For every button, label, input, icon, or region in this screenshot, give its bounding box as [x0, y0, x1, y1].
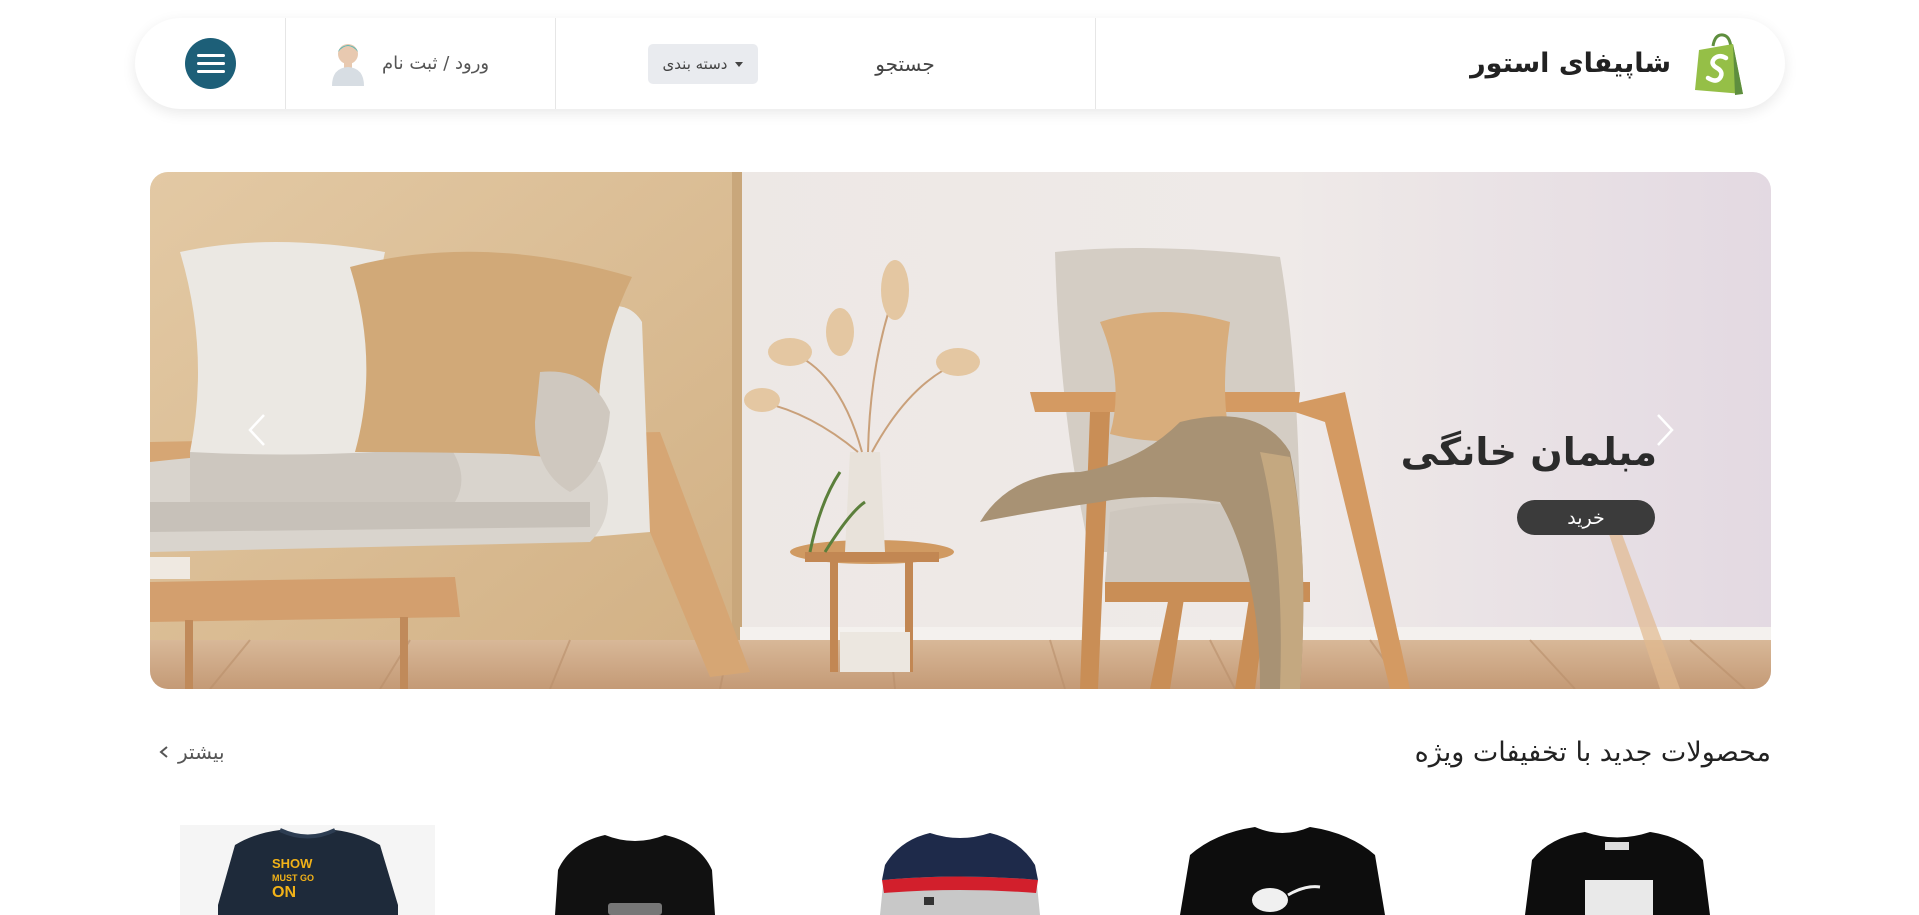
login-register-label: ورود / ثبت نام — [382, 53, 490, 74]
chevron-left-icon — [159, 746, 168, 758]
category-dropdown[interactable]: دسته بندی — [648, 44, 758, 84]
product-card[interactable] — [530, 825, 740, 915]
section-title: محصولات جدید با تخفیفات ویژه — [1414, 737, 1771, 768]
hamburger-menu-icon — [196, 49, 225, 78]
chevron-left-icon — [248, 414, 265, 446]
product-image — [555, 835, 715, 915]
more-link[interactable]: بیشتر — [158, 740, 225, 764]
slider-prev-button[interactable] — [238, 410, 278, 450]
product-card[interactable] — [1170, 825, 1395, 915]
product-image — [1180, 827, 1385, 915]
more-link-label: بیشتر — [178, 740, 225, 764]
brand[interactable]: شاپیفای استور — [1470, 30, 1749, 97]
hero-slider[interactable]: مبلمان خانگی خرید — [150, 172, 1771, 689]
product-card[interactable] — [860, 825, 1060, 915]
search-input[interactable] — [775, 38, 1035, 89]
login-register-link[interactable]: ورود / ثبت نام — [330, 38, 489, 89]
product-image — [1525, 832, 1710, 915]
user-avatar-icon — [332, 43, 364, 86]
hamburger-menu-button[interactable] — [185, 38, 236, 89]
header-divider — [1095, 18, 1096, 109]
header-divider — [285, 18, 286, 109]
shopify-bag-logo-icon — [1695, 32, 1743, 95]
category-dropdown-label: دسته بندی — [662, 55, 728, 73]
brand-name: شاپیفای استور — [1470, 48, 1671, 79]
product-card[interactable] — [1510, 825, 1725, 915]
caret-down-icon — [735, 61, 744, 67]
header-divider — [555, 18, 556, 109]
top-header: ورود / ثبت نام دسته بندی شاپیفای استور — [135, 18, 1785, 109]
svg-text:SHOW: SHOW — [272, 856, 313, 871]
product-card[interactable]: SHOW MUST GO ON — [180, 825, 435, 915]
product-image — [880, 833, 1040, 915]
svg-text:MUST GO: MUST GO — [272, 873, 314, 883]
slide-title: مبلمان خانگی — [1400, 430, 1657, 474]
product-image: SHOW MUST GO ON — [180, 825, 435, 915]
svg-text:ON: ON — [272, 884, 296, 901]
slide-caption: مبلمان خانگی — [1401, 430, 1657, 474]
buy-button[interactable]: خرید — [1517, 500, 1655, 535]
